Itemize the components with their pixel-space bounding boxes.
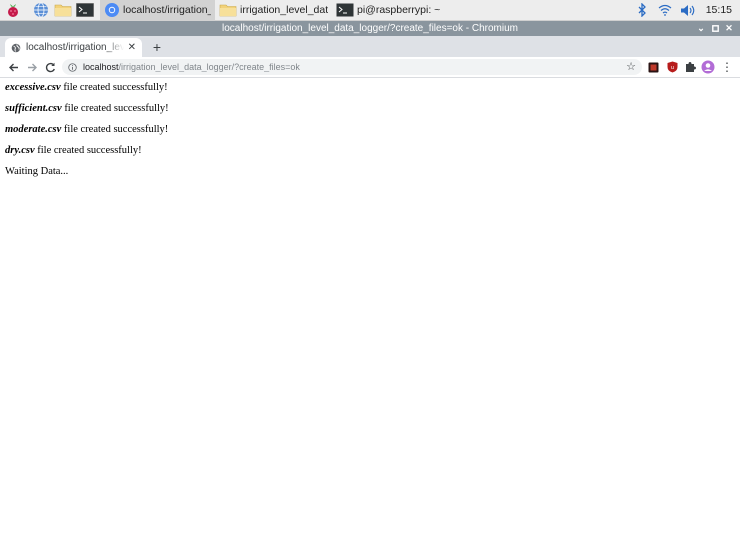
volume-icon[interactable] — [680, 2, 696, 18]
terminal-launcher-icon[interactable] — [76, 1, 94, 19]
menu-kebab-icon[interactable]: ⋮ — [720, 60, 734, 74]
message-text: file created successfully! — [61, 124, 169, 135]
file-name: dry.csv — [5, 145, 35, 156]
url-host: localhost — [83, 62, 119, 72]
tab-active[interactable]: localhost/irrigation_level_data_logger ✕ — [5, 38, 142, 57]
extension-red-square-icon[interactable] — [646, 60, 660, 74]
system-tray: 15:15 — [627, 0, 740, 21]
web-browser-launcher-icon[interactable] — [32, 1, 50, 19]
raspberry-menu-icon[interactable] — [4, 1, 22, 19]
close-icon[interactable]: ✕ — [722, 21, 736, 36]
file-name: sufficient.csv — [5, 103, 62, 114]
back-button[interactable] — [5, 59, 21, 75]
chromium-icon — [105, 3, 119, 17]
message-line: moderate.csv file created successfully! — [5, 124, 735, 136]
maximize-icon[interactable] — [708, 21, 722, 36]
new-tab-button[interactable]: + — [149, 39, 165, 55]
window-controls: ⌄ ✕ — [694, 21, 736, 36]
taskbar-task-chromium[interactable]: localhost/irrigation_le... — [100, 0, 215, 21]
tab-title: localhost/irrigation_level_data_logger — [26, 42, 124, 53]
globe-icon — [11, 43, 21, 52]
window-titlebar[interactable]: localhost/irrigation_level_data_logger/?… — [0, 21, 740, 36]
reload-icon — [45, 62, 55, 72]
file-name: excessive.csv — [5, 82, 61, 93]
file-manager-launcher-icon[interactable] — [54, 1, 72, 19]
message-text: file created successfully! — [61, 103, 169, 114]
clock[interactable]: 15:15 — [706, 4, 732, 16]
url-path: /irrigation_level_data_logger/?create_fi… — [118, 62, 300, 72]
profile-avatar[interactable] — [701, 60, 715, 74]
message-text: file created successfully! — [60, 82, 168, 93]
extension-ublock-shield-icon[interactable]: u — [665, 60, 679, 74]
forward-button[interactable] — [24, 59, 40, 75]
extensions-puzzle-icon[interactable] — [683, 60, 697, 74]
url-text: localhost/irrigation_level_data_logger/?… — [83, 62, 300, 72]
tab-close-icon[interactable]: ✕ — [128, 42, 136, 53]
arrow-right-icon — [27, 63, 37, 71]
browser-toolbar: localhost/irrigation_level_data_logger/?… — [0, 57, 740, 78]
reload-button[interactable] — [42, 59, 58, 75]
taskbar-task-label: pi@raspberrypi: ~ — [357, 4, 441, 16]
svg-text:u: u — [670, 65, 673, 71]
address-bar[interactable]: localhost/irrigation_level_data_logger/?… — [62, 59, 642, 75]
message-text: file created successfully! — [34, 145, 142, 156]
taskbar-task-label: irrigation_level_data_l... — [240, 4, 328, 16]
bluetooth-icon[interactable] — [634, 2, 650, 18]
tab-strip: localhost/irrigation_level_data_logger ✕… — [0, 36, 740, 57]
message-line: excessive.csv file created successfully! — [5, 82, 735, 94]
taskbar-task-label: localhost/irrigation_le... — [123, 4, 211, 16]
status-text: Waiting Data... — [5, 166, 69, 177]
arrow-left-icon — [8, 63, 18, 71]
taskbar-task-file-manager[interactable]: irrigation_level_data_l... — [215, 0, 332, 21]
minimize-icon[interactable]: ⌄ — [694, 21, 708, 36]
taskbar-task-terminal[interactable]: pi@raspberrypi: ~ — [332, 0, 446, 21]
info-icon[interactable] — [68, 62, 77, 72]
taskbar: localhost/irrigation_le... irrigation_le… — [0, 0, 740, 21]
folder-icon — [219, 4, 237, 17]
terminal-icon — [336, 3, 354, 17]
page-content: excessive.csv file created successfully!… — [5, 82, 735, 187]
wifi-icon[interactable] — [657, 2, 673, 18]
window-title: localhost/irrigation_level_data_logger/?… — [222, 23, 518, 34]
file-name: moderate.csv — [5, 124, 62, 135]
message-line: sufficient.csv file created successfully… — [5, 103, 735, 115]
bookmark-star-icon[interactable]: ☆ — [626, 59, 636, 75]
message-line: dry.csv file created successfully! — [5, 145, 735, 157]
